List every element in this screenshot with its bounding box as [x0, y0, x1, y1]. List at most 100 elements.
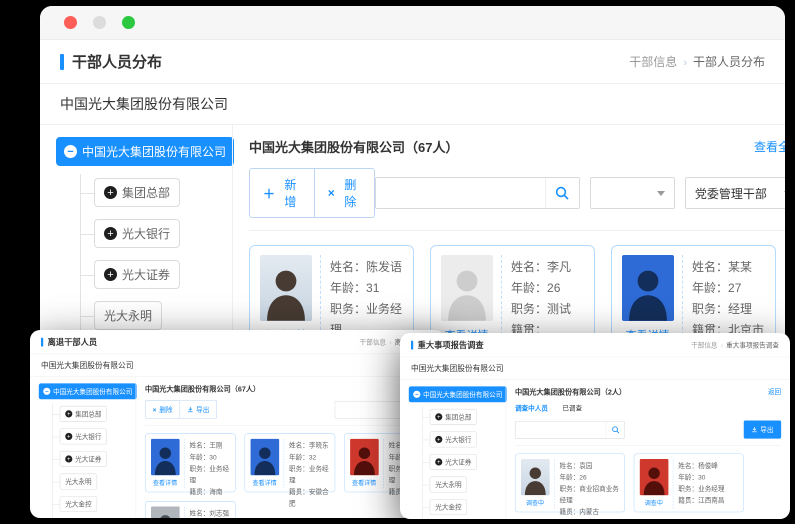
- plus-expander-icon[interactable]: +: [435, 458, 442, 465]
- plus-expander-icon[interactable]: +: [435, 413, 442, 420]
- view-detail-link[interactable]: 查看详情: [153, 479, 177, 488]
- field-job: 职务：测试: [511, 299, 586, 320]
- minimize-window-button[interactable]: [93, 16, 106, 29]
- person-photo: [640, 459, 669, 495]
- x-icon: ×: [328, 186, 335, 200]
- field-name: 姓名：刘志强: [190, 508, 231, 518]
- field-name: 姓名：某某: [692, 257, 767, 278]
- plus-expander-icon[interactable]: +: [104, 268, 117, 281]
- export-button[interactable]: 导出: [744, 420, 781, 438]
- field-age: 年龄：30: [190, 452, 231, 464]
- field-job: 职务：业务经理: [190, 463, 231, 486]
- field-name: 姓名：王刚: [190, 440, 231, 452]
- tree-node[interactable]: +集团总部: [430, 409, 477, 425]
- tree-node[interactable]: 光大永明: [430, 477, 467, 493]
- search-input[interactable]: [516, 421, 606, 438]
- field-age: 年龄：26: [560, 472, 621, 484]
- field-name: 姓名：陈发语: [330, 257, 405, 278]
- tree-node[interactable]: +光大证券: [430, 454, 477, 470]
- tree-node[interactable]: +光大银行: [430, 431, 477, 447]
- minus-expander-icon[interactable]: −: [64, 145, 77, 158]
- field-job: 职务：经理: [692, 299, 767, 320]
- title-accent-bar: [41, 337, 43, 346]
- tree-node-label: 集团总部: [122, 184, 170, 201]
- breadcrumb-section[interactable]: 干部信息: [629, 55, 677, 69]
- tree-node-label: 光大证券: [122, 266, 170, 283]
- tree-node[interactable]: + 光大银行: [94, 219, 180, 248]
- tab[interactable]: 调查中人员: [515, 403, 548, 416]
- tree-node[interactable]: + 集团总部: [94, 178, 180, 207]
- delete-button[interactable]: ×删除: [315, 168, 375, 218]
- tree-root-node[interactable]: − 中国光大集团股份有限公司: [39, 383, 137, 399]
- tree-node-label: 光大证券: [75, 454, 101, 463]
- page-header: 离退干部人员 干部信息›离退干部人员: [30, 330, 445, 354]
- tree-node[interactable]: 光大金控: [430, 499, 467, 515]
- search-icon[interactable]: [606, 421, 625, 438]
- org-tree: − 中国光大集团股份有限公司 +集团总部 +光大银行 +光大证券 光大永明: [30, 377, 136, 518]
- personnel-panel: 中国光大集团股份有限公司（67人） ×删除 导出: [136, 377, 445, 518]
- tree-node[interactable]: + 光大证券: [94, 260, 180, 289]
- tree-root-node[interactable]: − 中国光大集团股份有限公司: [409, 386, 507, 402]
- toolbar: ＋新增 ×删除 党委管理干部: [249, 168, 785, 231]
- search-input[interactable]: [376, 178, 545, 208]
- breadcrumb-separator-icon: ›: [389, 339, 391, 346]
- field-job: 职务：商业招商业务经理: [560, 483, 621, 506]
- close-window-button[interactable]: [64, 16, 77, 29]
- tree-node[interactable]: +光大证券: [60, 451, 107, 467]
- plus-expander-icon[interactable]: +: [435, 436, 442, 443]
- search-icon[interactable]: [545, 178, 579, 208]
- company-bar: 中国光大集团股份有限公司: [30, 354, 445, 377]
- view-all-link[interactable]: 查看全部: [754, 138, 785, 155]
- tree-node[interactable]: +集团总部: [60, 406, 107, 422]
- person-photo: [260, 255, 312, 321]
- plus-expander-icon[interactable]: +: [104, 186, 117, 199]
- person-photo: [521, 459, 550, 495]
- person-photo: [350, 439, 379, 475]
- minus-expander-icon[interactable]: −: [413, 391, 420, 398]
- panel-title: 中国光大集团股份有限公司（67人）: [249, 137, 458, 156]
- tree-root-node[interactable]: − 中国光大集团股份有限公司: [56, 137, 234, 166]
- plus-expander-icon[interactable]: +: [65, 455, 72, 462]
- zoom-window-button[interactable]: [122, 16, 135, 29]
- toolbar: ×删除 导出: [145, 400, 437, 425]
- field-age: 年龄：32: [289, 452, 330, 464]
- x-icon: ×: [153, 406, 157, 414]
- minus-expander-icon[interactable]: −: [43, 388, 50, 395]
- tree-node[interactable]: 光大永明: [94, 301, 162, 330]
- chevron-down-icon: [784, 191, 785, 196]
- view-detail-link[interactable]: 查看详情: [352, 479, 376, 488]
- title-accent-bar: [411, 340, 413, 349]
- plus-expander-icon[interactable]: +: [65, 433, 72, 440]
- tree-node[interactable]: 光大永明: [60, 474, 97, 490]
- tab[interactable]: 已调查: [562, 403, 582, 416]
- view-detail-link[interactable]: 查看详情: [252, 479, 276, 488]
- plus-expander-icon[interactable]: +: [65, 410, 72, 417]
- add-button[interactable]: ＋新增: [249, 168, 315, 218]
- tree-node[interactable]: 光大金控: [60, 496, 97, 512]
- tree-node-label: 光大银行: [122, 225, 170, 242]
- breadcrumb-section[interactable]: 干部信息: [360, 338, 386, 346]
- filter-select[interactable]: [590, 177, 675, 209]
- tree-node-label: 光大永明: [435, 480, 461, 489]
- person-card: 调查中 姓名：袁园 年龄：26 职务：商业招商业务经理 籍贯：内蒙古: [515, 453, 625, 512]
- tab-bar: 调查中人员 已调查: [515, 403, 781, 416]
- investigating-link[interactable]: 调查中: [645, 499, 663, 508]
- back-link[interactable]: 返回: [768, 387, 781, 396]
- tree-node[interactable]: +光大银行: [60, 428, 107, 444]
- breadcrumb-separator-icon: ›: [683, 57, 687, 69]
- export-button[interactable]: 导出: [180, 400, 217, 418]
- investigating-link[interactable]: 调查中: [526, 499, 544, 508]
- retired-cadre-window: 离退干部人员 干部信息›离退干部人员 中国光大集团股份有限公司 − 中国光大集团…: [30, 330, 445, 518]
- field-origin: 籍贯：安徽合肥: [289, 486, 330, 509]
- person-photo: [622, 255, 674, 321]
- investigation-panel: 中国光大集团股份有限公司（2人） 返回 调查中人员 已调查: [506, 380, 790, 519]
- person-card-grid: 查看详情 姓名：王刚 年龄：30 职务：业务经理 籍贯：海南: [145, 433, 437, 518]
- category-select[interactable]: 党委管理干部: [685, 177, 785, 209]
- field-age: 年龄：26: [511, 278, 586, 299]
- person-photo: [441, 255, 493, 321]
- desktop: 干部人员分布 干部信息›干部人员分布 中国光大集团股份有限公司 − 中国光大集团…: [0, 0, 795, 524]
- breadcrumb-section[interactable]: 干部信息: [691, 341, 717, 349]
- plus-expander-icon[interactable]: +: [104, 227, 117, 240]
- delete-button[interactable]: ×删除: [145, 400, 180, 418]
- field-name: 姓名：李晓东: [289, 440, 330, 452]
